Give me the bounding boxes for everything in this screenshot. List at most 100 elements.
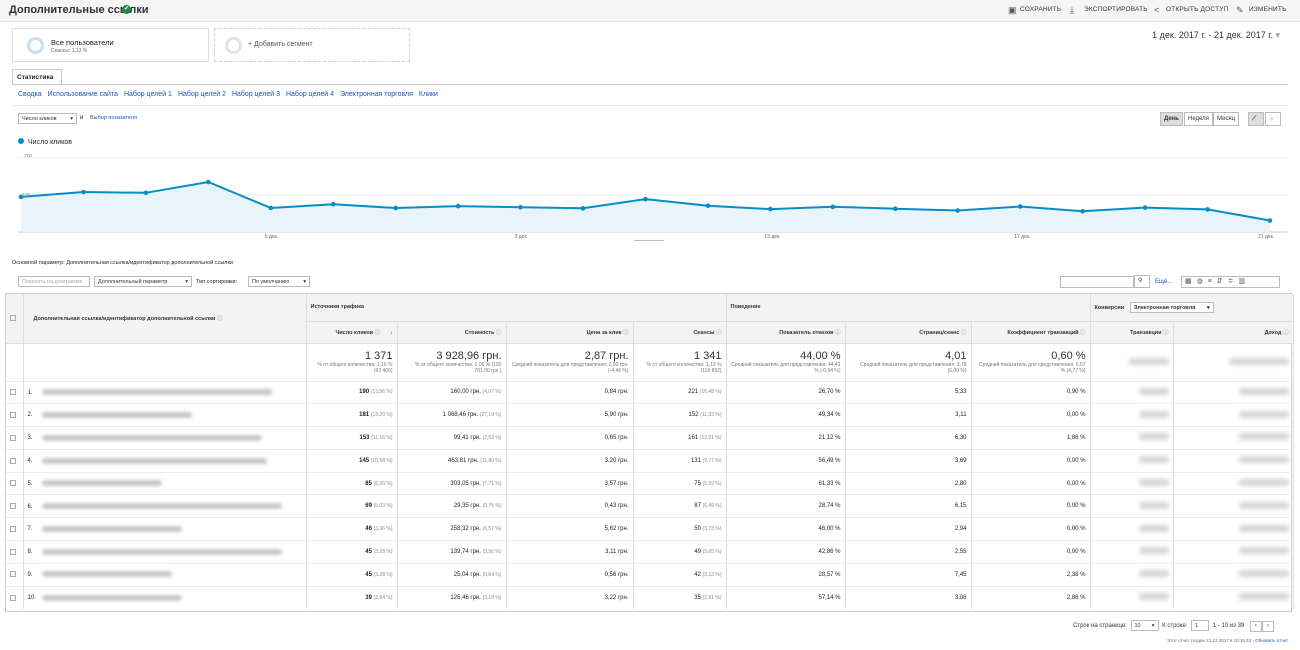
data-point[interactable]: [1142, 205, 1148, 210]
table-search-input[interactable]: [1060, 276, 1134, 288]
row-checkbox[interactable]: [10, 525, 16, 532]
row-checkbox[interactable]: [10, 571, 16, 578]
table-row[interactable]: 7. 46 (3,36 %) 258,32 грн. (6,57 %) 5,62 гр…: [6, 517, 1294, 541]
subnav-goal-set-2[interactable]: Набор целей 2: [178, 91, 226, 98]
table-row[interactable]: 9. 45 (3,28 %) 25,04 грн. (0,64 %) 0,56 грн…: [6, 562, 1294, 587]
data-point[interactable]: [580, 206, 586, 211]
chart-resize-handle[interactable]: [634, 240, 664, 244]
data-point[interactable]: [1017, 204, 1023, 209]
data-point[interactable]: [1205, 207, 1210, 212]
table-row[interactable]: 6. 69 (5,03 %) 29,35 грн. (0,75 %) 0,43 грн…: [6, 494, 1294, 518]
subnav-summary[interactable]: Сводка: [18, 91, 42, 98]
save-icon[interactable]: ▣: [1008, 5, 1017, 16]
metric-select[interactable]: Число кликов ▾: [18, 113, 77, 124]
data-point[interactable]: [830, 204, 836, 210]
goto-row-input[interactable]: 1: [1191, 620, 1210, 631]
more-link[interactable]: Ещё...: [1155, 279, 1172, 285]
share-button[interactable]: ОТКРЫТЬ ДОСТУП: [1166, 6, 1228, 13]
col-conv-rate[interactable]: Коэффициент транзакций ⓘ: [971, 321, 1091, 343]
view-switcher-icons[interactable]: ▦◍≡⇵≑▥: [1181, 276, 1280, 288]
data-point[interactable]: [393, 205, 399, 211]
data-point[interactable]: [1080, 208, 1085, 214]
row-checkbox[interactable]: [10, 480, 16, 487]
next-page-icon[interactable]: ›: [1261, 621, 1274, 632]
dimension-header[interactable]: Дополнительная ссылка/идентификатор допо…: [23, 294, 307, 343]
secondary-dimension-select[interactable]: Дополнительный параметр ▾: [94, 276, 192, 287]
col-bounce-rate[interactable]: Показатель отказов ⓘ: [726, 321, 846, 343]
subnav-goal-set-3[interactable]: Набор целей 3: [232, 91, 280, 98]
col-revenue[interactable]: Доход ⓘ: [1173, 321, 1294, 343]
table-row[interactable]: 4. 145 (10,58 %) 463,81 грн. (11,80 %) 3,20…: [6, 448, 1294, 473]
row-link-hidden[interactable]: [41, 503, 282, 510]
data-point[interactable]: [455, 203, 461, 209]
row-checkbox[interactable]: [10, 434, 16, 441]
row-checkbox[interactable]: [10, 503, 16, 510]
subnav-ecommerce[interactable]: Электронная торговля: [340, 91, 413, 98]
table-row[interactable]: 3. 153 (11,16 %) 99,41 грн. (2,53 %) 0,65 г…: [6, 426, 1294, 450]
prev-page-icon[interactable]: ‹: [1249, 621, 1262, 632]
data-point[interactable]: [705, 203, 711, 209]
data-point[interactable]: [206, 179, 211, 185]
sort-type-select[interactable]: По умолчанию ▾: [248, 276, 310, 287]
row-link-hidden[interactable]: [41, 594, 182, 601]
subnav-clicks[interactable]: Клики: [419, 91, 438, 98]
table-row[interactable]: 8. 45 (3,28 %) 139,74 грн. (3,56 %) 3,11 гр…: [6, 540, 1294, 564]
plot-rows-button[interactable]: Показать на диаграмме: [18, 276, 90, 287]
add-segment-button[interactable]: + Добавить сегмент: [214, 28, 410, 62]
month-button[interactable]: Месяц: [1213, 112, 1240, 126]
row-link-hidden[interactable]: [41, 434, 262, 441]
rows-per-page-select[interactable]: 10 ▾: [1130, 620, 1159, 631]
table-row[interactable]: 2. 181 (13,20 %) 1 068,46 грн. (27,19 %) 5,…: [6, 403, 1294, 427]
export-icon[interactable]: ⤓: [1070, 5, 1074, 16]
data-point[interactable]: [955, 208, 961, 213]
col-pages-session[interactable]: Страниц/сеанс ⓘ: [845, 321, 972, 343]
share-icon[interactable]: <: [1154, 5, 1159, 15]
data-point[interactable]: [643, 196, 648, 202]
line-chart-icon[interactable]: ⟋: [1248, 112, 1264, 126]
row-link-hidden[interactable]: [41, 411, 192, 418]
data-point[interactable]: [893, 206, 898, 211]
refresh-report-link[interactable]: Обновить отчет: [1255, 638, 1288, 643]
select-all-checkbox[interactable]: [6, 294, 24, 343]
data-point[interactable]: [518, 204, 523, 210]
export-button[interactable]: ЭКСПОРТИРОВАТЬ: [1084, 6, 1148, 13]
col-clicks[interactable]: Число кликов ⓘ ↓: [306, 321, 398, 343]
row-link-hidden[interactable]: [41, 525, 182, 532]
subnav-goal-set-1[interactable]: Набор целей 1: [124, 91, 172, 98]
row-link-hidden[interactable]: [41, 389, 272, 396]
table-row[interactable]: 1. 190 (13,86 %) 160,00 грн. (4,07 %) 0,84 …: [6, 380, 1294, 404]
data-point[interactable]: [1267, 218, 1273, 223]
conversion-select[interactable]: Электронная торговля ▾: [1129, 301, 1214, 313]
day-button[interactable]: День: [1160, 112, 1183, 126]
row-link-hidden[interactable]: [41, 548, 282, 555]
primary-dimension-value[interactable]: Дополнительная ссылка/идентификатор допо…: [66, 260, 233, 266]
row-link-hidden[interactable]: [41, 457, 267, 464]
col-cost[interactable]: Стоимость ⓘ: [397, 321, 507, 343]
data-point[interactable]: [143, 190, 149, 196]
motion-chart-icon[interactable]: ⁘: [1265, 112, 1281, 126]
choose-metric-link[interactable]: Выбор показателя: [90, 115, 137, 121]
data-point[interactable]: [330, 201, 336, 207]
data-point[interactable]: [268, 205, 274, 211]
row-checkbox[interactable]: [10, 457, 16, 464]
search-icon[interactable]: ⚲: [1134, 275, 1150, 288]
row-link-hidden[interactable]: [41, 480, 162, 487]
subnav-site-usage[interactable]: Использование сайта: [48, 91, 118, 98]
data-point[interactable]: [768, 206, 773, 212]
edit-icon[interactable]: ✎: [1236, 5, 1244, 16]
row-link-hidden[interactable]: [41, 571, 172, 578]
table-row[interactable]: 10. 39 (2,84 %) 125,46 грн. (3,19 %) 3,22 г…: [6, 585, 1294, 609]
col-cpc[interactable]: Цена за клик ⓘ: [506, 321, 634, 343]
table-row[interactable]: 5. 85 (6,20 %) 303,05 грн. (7,71 %) 3,57 гр…: [6, 471, 1294, 495]
subnav-goal-set-4[interactable]: Набор целей 4: [286, 91, 334, 98]
edit-button[interactable]: ИЗМЕНИТЬ: [1249, 6, 1287, 13]
row-checkbox[interactable]: [10, 594, 16, 601]
row-checkbox[interactable]: [10, 389, 16, 396]
date-range-picker[interactable]: 1 дек. 2017 г. - 21 дек. 2017 г. ▾: [1152, 30, 1280, 41]
row-checkbox[interactable]: [10, 548, 16, 555]
data-point[interactable]: [81, 189, 86, 195]
col-sessions[interactable]: Сеансы ⓘ: [633, 321, 727, 343]
row-checkbox[interactable]: [10, 411, 16, 418]
col-transactions[interactable]: Транзакции ⓘ: [1090, 321, 1174, 343]
save-button[interactable]: СОХРАНИТЬ: [1020, 6, 1061, 13]
